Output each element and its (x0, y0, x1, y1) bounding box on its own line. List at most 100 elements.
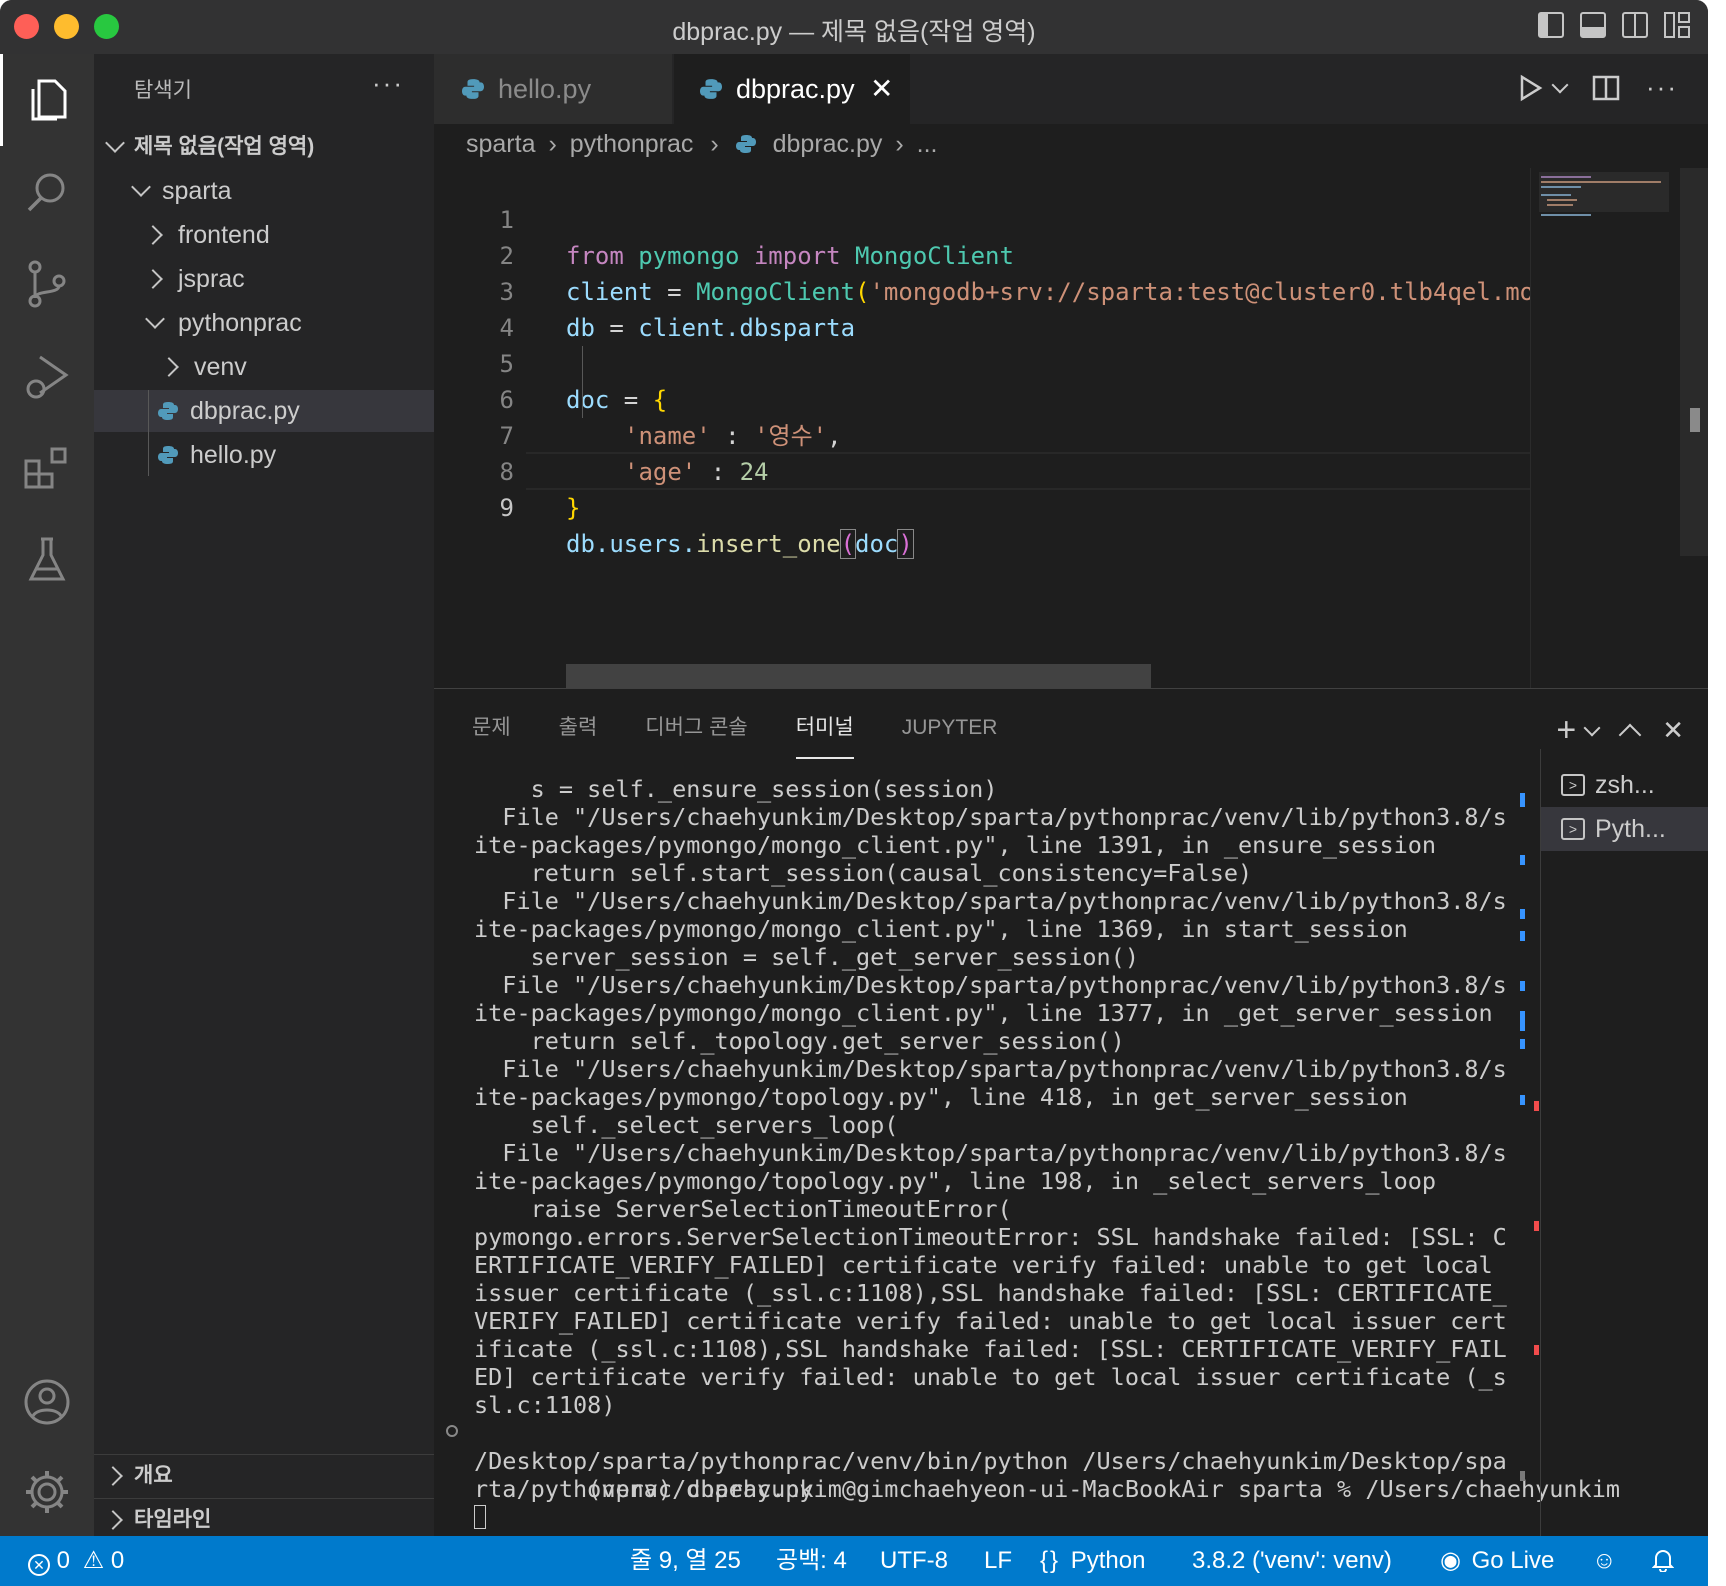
explorer-icon[interactable] (0, 54, 94, 146)
activity-bar (0, 54, 94, 1536)
terminal-line: ERTIFICATE_VERIFY_FAILED] certificate ve… (474, 1251, 1493, 1279)
braces-icon: { } (1040, 1547, 1059, 1574)
settings-gear-icon[interactable] (0, 1446, 94, 1538)
tree-folder-pythonprac[interactable]: pythonprac (94, 302, 434, 344)
window-title: dbprac.py — 제목 없음(작업 영역) (672, 18, 1036, 46)
terminal-output[interactable]: s = self._ensure_session(session) File "… (446, 775, 1620, 1531)
close-tab-icon[interactable]: ✕ (870, 54, 893, 124)
breadcrumb-item[interactable]: ... (917, 130, 938, 158)
terminal-list: > zsh... > Pyth... (1540, 749, 1708, 1537)
terminal-item-zsh[interactable]: > zsh... (1541, 763, 1708, 807)
terminal-line: ite-packages/pymongo/mongo_client.py", l… (474, 999, 1493, 1027)
go-live-button[interactable]: ◉ Go Live (1440, 1536, 1554, 1586)
extensions-icon[interactable] (0, 422, 94, 514)
problems-status[interactable]: ✕ 0 ⚠ 0 (28, 1536, 124, 1586)
close-panel-icon[interactable]: ✕ (1662, 715, 1684, 746)
terminal-line: ED] certificate verify failed: unable to… (474, 1363, 1507, 1391)
status-bar: ✕ 0 ⚠ 0 줄 9, 열 25 공백: 4 UTF-8 LF { } Pyt… (0, 1536, 1708, 1586)
split-editor-icon[interactable] (1592, 74, 1620, 102)
tab-output[interactable]: 출력 (559, 713, 598, 757)
terminal-line: VERIFY_FAILED] certificate verify failed… (474, 1307, 1507, 1335)
terminal-line: /Desktop/sparta/pythonprac/venv/bin/pyth… (474, 1447, 1507, 1475)
terminal-line: return self._topology.get_server_session… (474, 1027, 1125, 1055)
code-line: 7 'age' : 24 (499, 422, 769, 486)
accounts-icon[interactable] (0, 1356, 94, 1448)
maximize-panel-icon[interactable] (1618, 723, 1642, 746)
terminal-line: pymongo.errors.ServerSelectionTimeoutErr… (474, 1223, 1507, 1251)
breadcrumb-item[interactable]: pythonprac (570, 130, 694, 158)
python-interpreter[interactable]: 3.8.2 ('venv': venv) (1192, 1536, 1392, 1586)
tree-file-hello[interactable]: hello.py (94, 434, 434, 476)
outline-section[interactable]: 개요 (94, 1454, 434, 1497)
terminal-line: s = self._ensure_session(session) (474, 775, 998, 803)
code-line: 3 db = client.dbsparta (499, 278, 856, 342)
terminal-line: File "/Users/chaehyunkim/Desktop/sparta/… (474, 971, 1507, 999)
editor-area: hello.py dbprac.py ✕ ··· sparta › python… (434, 54, 1708, 688)
tree-folder-frontend[interactable]: frontend (94, 214, 434, 256)
timeline-section[interactable]: 타임라인 (94, 1498, 434, 1541)
indentation-status[interactable]: 공백: 4 (776, 1536, 847, 1586)
chevron-right-icon (103, 1510, 123, 1530)
chevron-down-icon[interactable] (1583, 719, 1601, 736)
chevron-down-icon (145, 309, 165, 329)
encoding-status[interactable]: UTF-8 (880, 1536, 948, 1586)
tab-debug-console[interactable]: 디버그 콘솔 (645, 713, 747, 757)
terminal-icon: > (1561, 818, 1585, 840)
code-line: 8 } (499, 458, 581, 522)
indent-guide (582, 346, 583, 418)
workspace-root[interactable]: 제목 없음(작업 영역) (94, 126, 434, 168)
chevron-right-icon (159, 357, 179, 377)
tab-hello-py[interactable]: hello.py (434, 54, 672, 124)
python-file-icon (462, 79, 484, 99)
tab-dbprac-py[interactable]: dbprac.py ✕ (674, 54, 910, 124)
vscode-window: dbprac.py — 제목 없음(작업 영역) 탐색기 ··· 제목 없음(작… (0, 0, 1708, 1586)
python-file-icon (158, 402, 178, 420)
command-decoration-icon[interactable] (446, 1425, 458, 1437)
feedback-icon[interactable]: ☺ (1592, 1536, 1617, 1586)
search-icon[interactable] (0, 146, 94, 238)
run-debug-icon[interactable] (0, 330, 94, 422)
horizontal-scrollbar[interactable] (566, 664, 1151, 688)
run-python-file-icon[interactable] (1516, 74, 1544, 102)
tab-terminal[interactable]: 터미널 (795, 713, 854, 759)
new-terminal-icon[interactable]: + (1556, 711, 1576, 750)
tree-folder-jsprac[interactable]: jsprac (94, 258, 434, 300)
more-actions-icon[interactable]: ··· (372, 68, 404, 99)
tree-folder-venv[interactable]: venv (94, 346, 434, 388)
toggle-primary-sidebar-icon[interactable] (1538, 12, 1564, 38)
eol-status[interactable]: LF (984, 1536, 1012, 1586)
desktop-background (1708, 0, 1726, 1586)
tree-folder-sparta[interactable]: sparta (94, 170, 434, 212)
tab-jupyter[interactable]: JUPYTER (902, 713, 998, 757)
customize-layout-icon[interactable] (1664, 12, 1690, 38)
vertical-scrollbar[interactable] (1680, 168, 1708, 556)
tab-problems[interactable]: 문제 (472, 713, 511, 757)
terminal-overview-ruler (1520, 775, 1539, 1515)
terminal-item-python[interactable]: > Pyth... (1541, 807, 1708, 851)
testing-icon[interactable] (0, 514, 94, 606)
chevron-right-icon (143, 269, 163, 289)
toggle-panel-icon[interactable] (1580, 12, 1606, 38)
terminal-line: File "/Users/chaehyunkim/Desktop/sparta/… (474, 1139, 1507, 1167)
source-control-icon[interactable] (0, 238, 94, 330)
editor-tabs: hello.py dbprac.py ✕ ··· (434, 54, 1708, 124)
language-mode[interactable]: { } Python (1040, 1536, 1145, 1586)
terminal-line: sl.c:1108) (474, 1391, 616, 1419)
terminal-line: server_session = self._get_server_sessio… (474, 943, 1139, 971)
minimap[interactable] (1530, 168, 1671, 688)
toggle-secondary-sidebar-icon[interactable] (1622, 12, 1648, 38)
terminal-line: ite-packages/pymongo/topology.py", line … (474, 1167, 1437, 1195)
breadcrumb-item[interactable]: sparta (466, 130, 535, 158)
terminal-line: ite-packages/pymongo/topology.py", line … (474, 1083, 1408, 1111)
notifications-bell-icon[interactable] (1651, 1536, 1675, 1586)
terminal-line: issuer certificate (_ssl.c:1108),SSL han… (474, 1279, 1507, 1307)
cursor-position[interactable]: 줄 9, 열 25 (630, 1536, 741, 1586)
chevron-down-icon (105, 133, 125, 153)
tree-file-dbprac[interactable]: dbprac.py (94, 390, 434, 432)
chevron-right-icon: › (710, 130, 719, 158)
more-actions-icon[interactable]: ··· (1646, 72, 1678, 103)
terminal-line: raise ServerSelectionTimeoutError( (474, 1195, 1012, 1223)
python-file-icon (735, 135, 756, 153)
chevron-down-icon[interactable] (1551, 76, 1569, 93)
breadcrumb-item[interactable]: dbprac.py (773, 130, 883, 158)
